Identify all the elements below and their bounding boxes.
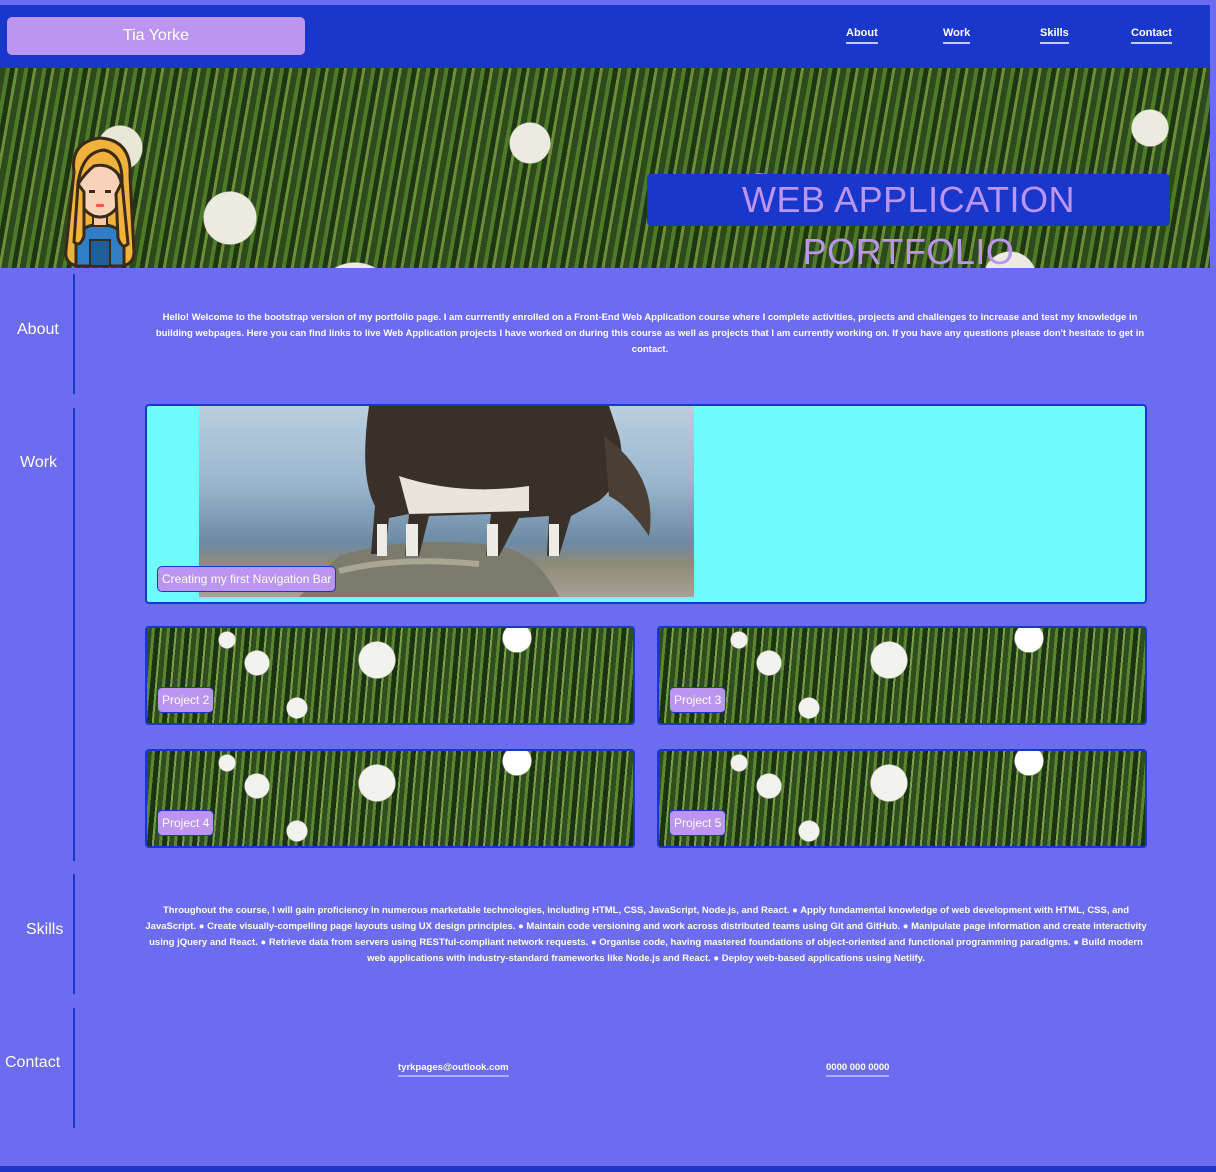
skills-divider	[73, 874, 75, 994]
about-heading: About	[17, 321, 59, 338]
brand-button[interactable]: Tia Yorke	[7, 17, 305, 55]
phone-link[interactable]: 0000 000 0000	[826, 1062, 890, 1077]
project-label-2: Project 2	[157, 687, 215, 713]
project-card-featured[interactable]: Creating my first Navigation Bar	[145, 404, 1147, 604]
hero-title: WEB APPLICATION PORTFOLIO	[647, 174, 1170, 268]
project-image-flowers	[659, 628, 1145, 723]
page-frame-bottom	[0, 1166, 1216, 1172]
project-image-flowers	[659, 751, 1145, 846]
page-frame-right	[1210, 0, 1216, 1172]
project-label-5: Project 5	[669, 810, 727, 836]
project-card-4[interactable]: Project 4	[145, 749, 635, 848]
nav-link-work[interactable]: Work	[943, 27, 971, 44]
project-card-2[interactable]: Project 2	[145, 626, 635, 725]
work-divider	[73, 408, 75, 861]
project-card-5[interactable]: Project 5	[657, 749, 1147, 848]
skills-heading: Skills	[26, 921, 64, 938]
nav-link-about[interactable]: About	[846, 27, 878, 44]
about-text: Hello! Welcome to the bootstrap version …	[155, 312, 1145, 355]
hero-banner: WEB APPLICATION PORTFOLIO	[0, 68, 1210, 268]
project-card-3[interactable]: Project 3	[657, 626, 1147, 725]
email-link[interactable]: tyrkpages@outlook.com	[398, 1062, 509, 1077]
project-image-flowers	[147, 751, 633, 846]
about-divider	[73, 274, 75, 394]
project-label-4: Project 4	[157, 810, 215, 836]
contact-divider	[73, 1008, 75, 1128]
project-image-flowers	[147, 628, 633, 723]
work-heading: Work	[20, 454, 58, 471]
nav-link-contact[interactable]: Contact	[1131, 27, 1172, 44]
contact-heading: Contact	[5, 1054, 61, 1071]
project-label-3: Project 3	[669, 687, 727, 713]
skills-text: Throughout the course, I will gain profi…	[145, 905, 1147, 964]
nav-link-skills[interactable]: Skills	[1040, 27, 1069, 44]
navbar: Tia Yorke About Work Skills Contact	[0, 5, 1210, 68]
project-label-1: Creating my first Navigation Bar	[157, 566, 337, 592]
avatar-illustration	[64, 136, 136, 268]
